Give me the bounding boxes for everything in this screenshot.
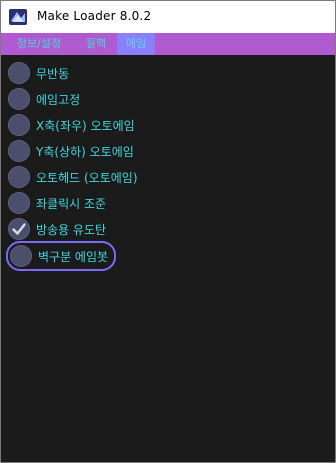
option-label: 에임고정 (36, 92, 81, 107)
option-label: X축(좌우) 오토에임 (36, 118, 135, 133)
checkmark-icon (12, 223, 26, 235)
aim-panel: 무반동 에임고정 X축(좌우) 오토에임 Y축(상하) 오토에임 오토헤드 (오… (1, 55, 335, 462)
option-no-recoil[interactable]: 무반동 (8, 61, 69, 85)
app-logo-icon (9, 9, 27, 25)
option-y-axis-autoaim[interactable]: Y축(상하) 오토에임 (8, 139, 134, 163)
radio-button[interactable] (8, 62, 30, 84)
option-label: Y축(상하) 오토에임 (36, 144, 134, 159)
radio-button[interactable] (10, 245, 32, 267)
radio-button[interactable] (8, 166, 30, 188)
radio-button[interactable] (8, 88, 30, 110)
radio-button[interactable] (8, 192, 30, 214)
option-label: 벽구분 에임봇 (38, 249, 109, 264)
option-left-click-aim[interactable]: 좌클릭시 조준 (8, 191, 106, 215)
radio-button[interactable] (8, 140, 30, 162)
tab-aim[interactable]: 에임 (117, 33, 155, 55)
tab-info-settings[interactable]: 정보/설정 (9, 33, 69, 55)
title-bar: Make Loader 8.0.2 (1, 1, 335, 33)
tab-wallhack[interactable]: 월핵 (79, 33, 113, 55)
option-autohead[interactable]: 오토헤드 (오토에임) (8, 165, 138, 189)
option-label: 무반동 (36, 66, 70, 81)
main-window: Make Loader 8.0.2 정보/설정 월핵 에임 무반동 에임고정 X… (0, 0, 336, 463)
window-title: Make Loader 8.0.2 (37, 9, 152, 23)
option-wall-check-aimbot[interactable]: 벽구분 에임봇 (6, 241, 117, 271)
radio-button[interactable] (8, 114, 30, 136)
tab-bar: 정보/설정 월핵 에임 (1, 33, 335, 55)
option-aim-lock[interactable]: 에임고정 (8, 87, 80, 111)
option-x-axis-autoaim[interactable]: X축(좌우) 오토에임 (8, 113, 135, 137)
option-label: 오토헤드 (오토에임) (36, 170, 138, 185)
radio-button-checked[interactable] (8, 218, 30, 240)
option-label: 방송용 유도탄 (36, 222, 107, 237)
option-stream-homing[interactable]: 방송용 유도탄 (8, 217, 106, 241)
option-label: 좌클릭시 조준 (36, 196, 107, 211)
